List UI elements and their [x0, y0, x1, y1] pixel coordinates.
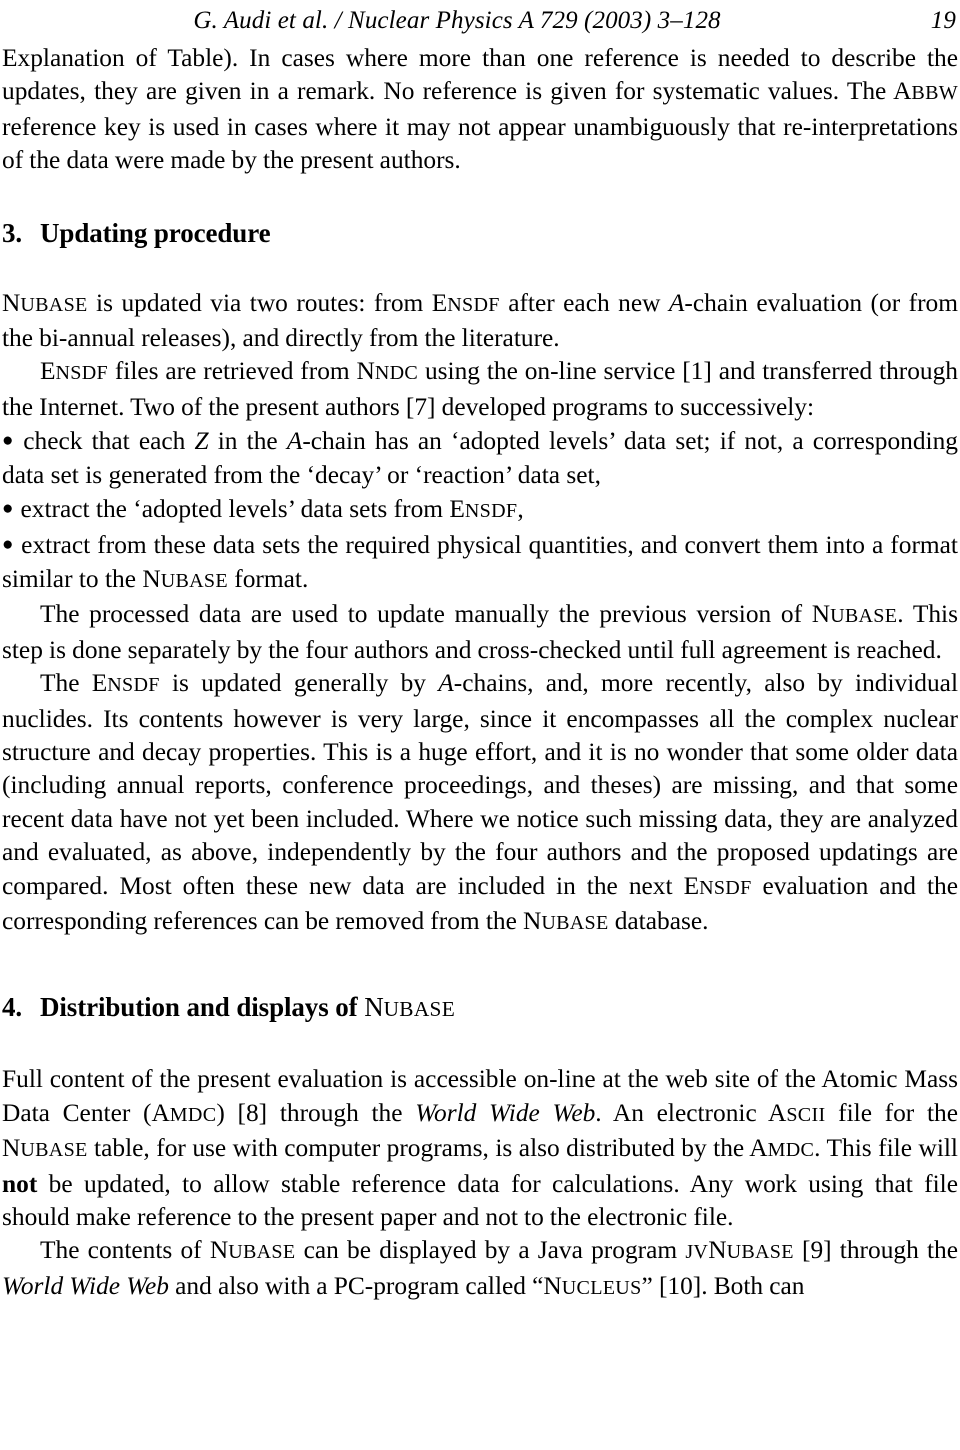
section-number: 3.: [2, 217, 23, 248]
acronym-nubase-rest: UBASE: [228, 1241, 296, 1264]
acronym-ascii-rest: SCII: [786, 1103, 826, 1126]
acronym-nubase-rest: UBASE: [726, 1241, 794, 1264]
text-fragment: and also with a PC-program called “: [169, 1271, 544, 1300]
section-title: Updating procedure: [40, 217, 271, 248]
acronym-nubase-rest: UBASE: [383, 997, 456, 1022]
document-page: G. Audi et al. / Nuclear Physics A 729 (…: [0, 0, 960, 1450]
acronym-nubase-rest: UBASE: [160, 569, 228, 592]
text-fragment: . An electronic: [595, 1098, 769, 1127]
acronym-ensdf-first: E: [449, 495, 465, 524]
text-fragment: table, for use with computer programs, i…: [87, 1134, 750, 1163]
text-fragment: ,: [517, 495, 524, 524]
bold-emphasis-not: not: [2, 1169, 38, 1198]
section-heading-3: 3. Updating procedure: [2, 216, 958, 250]
acronym-jv-prefix: JV: [685, 1241, 709, 1264]
italic-variable-a: A: [286, 427, 303, 456]
acronym-nubase-first: N: [708, 1236, 727, 1265]
text-fragment: format.: [227, 564, 309, 593]
acronym-ensdf-first: E: [40, 357, 56, 386]
acronym-nubase-first: N: [364, 992, 384, 1023]
list-item: ● extract from these data sets the requir…: [2, 528, 958, 598]
italic-world-wide-web: World Wide Web: [2, 1271, 169, 1300]
acronym-ensdf-rest: NSDF: [699, 876, 752, 899]
section-title: Distribution and displays of: [40, 992, 365, 1023]
text-fragment: The contents of: [40, 1236, 210, 1265]
text-fragment: in the: [208, 427, 287, 456]
acronym-nndc-first: N: [356, 357, 375, 386]
acronym-nubase-rest: UBASE: [20, 1139, 88, 1162]
section-heading-4: 4. Distribution and displays of NUBASE: [2, 990, 958, 1026]
text-fragment: be updated, to allow stable reference da…: [2, 1169, 958, 1231]
text-fragment: ” [10]. Both can: [641, 1271, 805, 1300]
bullet-icon: ●: [2, 498, 14, 520]
acronym-nucleus-first: N: [543, 1271, 562, 1300]
acronym-ensdf-rest: NSDF: [55, 362, 108, 385]
running-head: G. Audi et al. / Nuclear Physics A 729 (…: [2, 0, 958, 42]
text-fragment: files are retrieved from: [107, 357, 357, 386]
acronym-ensdf-first: E: [91, 669, 108, 698]
text-fragment: Explanation of Table). In cases where mo…: [2, 44, 958, 106]
text-fragment: . This file will: [814, 1134, 958, 1163]
bullet-icon: ●: [2, 534, 15, 556]
paragraph-explanation-of-table: Explanation of Table). In cases where mo…: [2, 42, 958, 178]
text-fragment: is updated via two routes: from: [87, 288, 432, 317]
acronym-nubase-rest: UBASE: [830, 605, 898, 628]
italic-variable-a: A: [668, 288, 685, 317]
bullet-icon: ●: [2, 430, 17, 452]
acronym-nubase-first: N: [209, 1236, 229, 1265]
acronym-nubase-first: N: [811, 600, 831, 629]
page-number: 19: [930, 7, 956, 34]
text-fragment: file for the: [825, 1098, 958, 1127]
text-fragment: can be displayed by a Java program: [295, 1236, 686, 1265]
acronym-nubase-first: N: [522, 906, 542, 935]
list-item: ● extract the ‘adopted levels’ data sets …: [2, 492, 958, 528]
italic-world-wide-web: World Wide Web: [415, 1098, 596, 1127]
acronym-ensdf-first: E: [431, 288, 448, 317]
italic-variable-a: A: [438, 669, 454, 698]
acronym-amdc-first: A: [151, 1098, 170, 1127]
acronym-ensdf-first: E: [683, 871, 700, 900]
paragraph-full-content: Full content of the present evaluation i…: [2, 1063, 958, 1234]
text-fragment: extract the ‘adopted levels’ data sets f…: [20, 495, 450, 524]
paragraph-ensdf-updated: The ENSDF is updated generally by A-chai…: [2, 667, 958, 940]
acronym-nndc-rest: NDC: [374, 362, 419, 385]
paragraph-processed-data: The processed data are used to update ma…: [2, 598, 958, 667]
running-head-title: G. Audi et al. / Nuclear Physics A 729 (…: [193, 7, 721, 34]
text-fragment: reference key is used in cases where it …: [2, 112, 958, 175]
text-fragment: is updated generally by: [159, 669, 439, 698]
acronym-abbw-rest: BBW: [911, 82, 958, 105]
acronym-ensdf-rest: NSDF: [107, 674, 160, 697]
acronym-amdc-rest: MDC: [169, 1103, 217, 1126]
text-fragment: after each new: [499, 288, 669, 317]
acronym-nubase-first: N: [2, 1134, 21, 1163]
text-fragment: [9] through the: [793, 1236, 959, 1265]
text-fragment: The processed data are used to update ma…: [40, 600, 812, 629]
acronym-amdc-first: A: [749, 1134, 768, 1163]
text-fragment: check that each: [23, 427, 195, 456]
text-fragment: ) [8] through the: [216, 1098, 416, 1127]
acronym-ascii-first: A: [768, 1098, 787, 1127]
acronym-ensdf-rest: NSDF: [464, 500, 518, 523]
paragraph-nubase-routes: NUBASE is updated via two routes: from E…: [2, 287, 958, 356]
list-item: ● check that each Z in the A-chain has an…: [2, 424, 958, 492]
text-fragment: The: [40, 669, 92, 698]
acronym-amdc-rest: MDC: [767, 1139, 815, 1162]
text-fragment: -chains, and, more recently, also by ind…: [2, 669, 958, 900]
acronym-nubase-first: N: [142, 564, 161, 593]
section-number: 4.: [2, 992, 23, 1023]
paragraph-contents-display: The contents of NUBASE can be displayed …: [2, 1234, 958, 1305]
acronym-nubase-first: N: [2, 288, 21, 317]
acronym-abbw-first: A: [893, 77, 912, 106]
acronym-ensdf-rest: NSDF: [447, 293, 500, 316]
acronym-nubase-rest: UBASE: [541, 911, 609, 934]
text-fragment: database.: [608, 906, 709, 935]
italic-variable-z: Z: [194, 427, 209, 456]
paragraph-ensdf-files: ENSDF files are retrieved from NNDC usin…: [2, 355, 958, 424]
acronym-nubase-rest: UBASE: [20, 293, 88, 316]
acronym-nucleus-rest: UCLEUS: [561, 1276, 642, 1299]
